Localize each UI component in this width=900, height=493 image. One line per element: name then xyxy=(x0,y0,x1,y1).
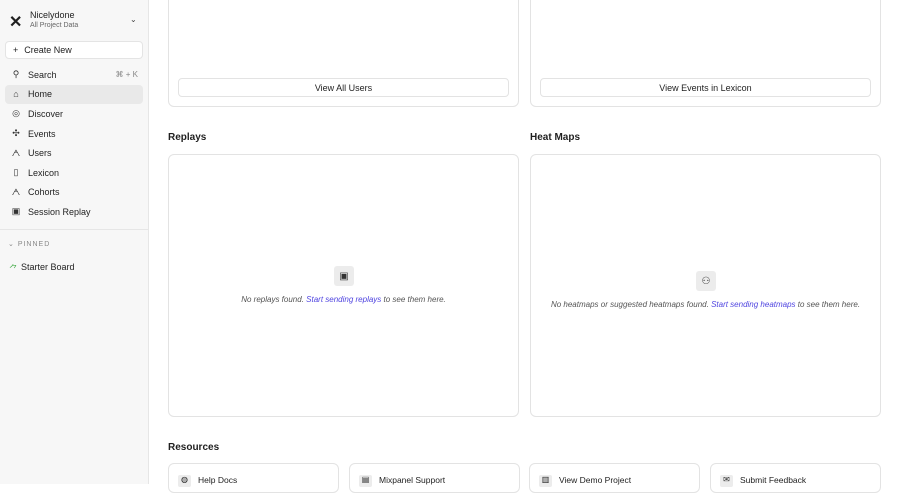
create-new-button[interactable]: + Create New xyxy=(5,41,143,59)
sidebar-item-users[interactable]: ᗅ Users xyxy=(5,143,143,163)
pinned-section-toggle[interactable]: ⌄ PINNED xyxy=(8,240,50,248)
sidebar: ✕ Nicelydone All Project Data ⌄ + Create … xyxy=(0,0,149,484)
search-button[interactable]: ⚲ Search ⌘ + K xyxy=(5,65,143,85)
users-icon: ᗅ xyxy=(11,147,21,158)
create-new-label: Create New xyxy=(24,45,72,55)
sidebar-item-label: Home xyxy=(28,89,53,100)
compass-icon: ◎ xyxy=(12,108,20,119)
replay-icon: ▣ xyxy=(11,206,21,217)
sidebar-item-session-replay[interactable]: ▣ Session Replay xyxy=(5,202,143,222)
search-label: Search xyxy=(28,69,57,80)
pinned-item-starter-board[interactable]: ⺈ Starter Board xyxy=(9,262,75,275)
sidebar-item-discover[interactable]: ◎ Discover xyxy=(5,104,143,124)
mixpanel-logo-icon: ✕ xyxy=(9,13,23,31)
help-icon: ◍ xyxy=(178,475,191,487)
sidebar-item-label: Session Replay xyxy=(28,206,91,217)
project-name: Nicelydone xyxy=(30,10,75,20)
sidebar-item-label: Users xyxy=(28,148,52,159)
pinned-item-label: Starter Board xyxy=(21,262,75,272)
start-sending-replays-link[interactable]: Start sending replays xyxy=(306,295,381,304)
replay-icon: ▣ xyxy=(334,266,354,286)
sidebar-item-home[interactable]: ⌂ Home xyxy=(5,84,143,105)
help-docs-link[interactable]: ◍ Help Docs xyxy=(168,463,339,493)
sidebar-item-label: Events xyxy=(28,128,56,139)
events-card: View Events in Lexicon xyxy=(530,0,881,107)
mail-icon: ✉ xyxy=(720,475,733,487)
plus-icon: + xyxy=(13,45,19,55)
sidebar-item-label: Cohorts xyxy=(28,187,60,198)
mixpanel-support-link[interactable]: ▤ Mixpanel Support xyxy=(349,463,520,493)
replays-title: Replays xyxy=(168,132,207,143)
view-demo-project-link[interactable]: ▥ View Demo Project xyxy=(529,463,700,493)
chevron-down-icon[interactable]: ⌄ xyxy=(130,15,137,24)
sidebar-item-events[interactable]: ✣ Events xyxy=(5,124,143,144)
resources-title: Resources xyxy=(168,442,220,453)
heatmaps-title: Heat Maps xyxy=(530,132,581,143)
cohorts-icon: ᗅ xyxy=(11,186,21,197)
users-card: View All Users xyxy=(168,0,519,107)
home-icon: ⌂ xyxy=(13,89,19,100)
heatmaps-empty-message: No heatmaps or suggested heatmaps found.… xyxy=(550,300,861,309)
book-icon: ▯ xyxy=(13,167,19,178)
view-all-users-button[interactable]: View All Users xyxy=(178,78,509,97)
start-sending-heatmaps-link[interactable]: Start sending heatmaps xyxy=(711,300,796,309)
sidebar-item-label: Discover xyxy=(28,108,64,119)
heatmaps-card: ⚇ No heatmaps or suggested heatmaps foun… xyxy=(530,154,881,417)
events-icon: ✣ xyxy=(12,128,20,139)
database-icon: ▥ xyxy=(539,475,552,487)
project-subtitle: All Project Data xyxy=(30,22,79,29)
sidebar-item-lexicon[interactable]: ▯ Lexicon xyxy=(5,163,143,183)
pinned-label: PINNED xyxy=(17,241,51,248)
replays-empty-message: No replays found. Start sending replays … xyxy=(241,295,446,304)
sprout-icon: ⺈ xyxy=(9,264,19,274)
sidebar-item-cohorts[interactable]: ᗅ Cohorts xyxy=(5,183,143,203)
search-shortcut: ⌘ + K xyxy=(115,70,138,80)
view-events-lexicon-button[interactable]: View Events in Lexicon xyxy=(540,78,871,97)
sidebar-item-label: Lexicon xyxy=(28,167,60,178)
replays-card: ▣ No replays found. Start sending replay… xyxy=(168,154,519,417)
project-switcher[interactable]: ✕ Nicelydone All Project Data xyxy=(9,10,79,31)
support-icon: ▤ xyxy=(359,475,372,487)
heatmap-icon: ⚇ xyxy=(696,271,716,291)
submit-feedback-link[interactable]: ✉ Submit Feedback xyxy=(710,463,881,493)
divider xyxy=(0,229,149,230)
search-icon: ⚲ xyxy=(12,69,20,80)
